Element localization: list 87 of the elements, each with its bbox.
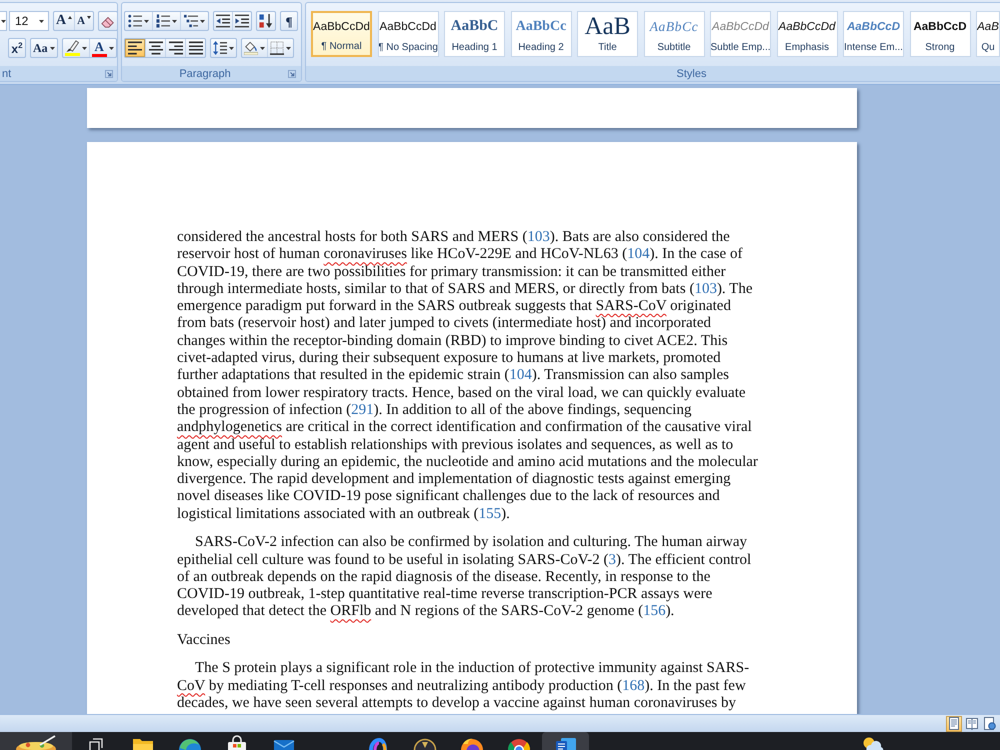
- numbered-list-icon: [156, 14, 170, 28]
- line-spacing-button[interactable]: [210, 38, 237, 58]
- borders-button[interactable]: [267, 39, 293, 57]
- caret-icon: [50, 46, 55, 50]
- caret-icon: [260, 46, 265, 50]
- show-marks-button[interactable]: ¶: [280, 11, 298, 31]
- font-name-field[interactable]: [0, 11, 7, 31]
- dialog-launcher-icon[interactable]: [288, 70, 296, 78]
- taskbar-button[interactable]: [0, 732, 72, 750]
- highlighter-icon: [64, 40, 80, 52]
- caret-icon: [82, 46, 87, 50]
- paint-bucket-icon: [244, 41, 258, 55]
- superscript-button[interactable]: x$^{2}$: [8, 38, 26, 58]
- caret-icon: [144, 20, 149, 22]
- citation-link[interactable]: 104: [509, 367, 532, 384]
- style-gallery-item[interactable]: AaB Title: [577, 11, 638, 57]
- sort-button[interactable]: [256, 11, 276, 31]
- page-icon: [948, 717, 960, 730]
- citation-link[interactable]: 103: [694, 280, 717, 297]
- citation-link[interactable]: 3: [608, 552, 616, 568]
- style-gallery-item[interactable]: AaBbCc Subtitle: [644, 11, 704, 57]
- style-gallery-item[interactable]: AaBbCcDd ¶ No Spacing: [378, 11, 438, 57]
- dialog-launcher-icon[interactable]: [105, 70, 113, 78]
- citation-link[interactable]: 156: [643, 603, 666, 620]
- highlight-button[interactable]: [62, 39, 89, 57]
- increase-indent-button[interactable]: [232, 12, 251, 30]
- style-gallery-item[interactable]: AaBbC Heading 1: [444, 11, 505, 57]
- grow-font-button[interactable]: A: [54, 12, 74, 30]
- style-gallery-item[interactable]: AaBbCcD Intense Em...: [843, 11, 904, 57]
- change-case-button[interactable]: Aa: [30, 38, 58, 58]
- align-right-icon: [168, 41, 182, 55]
- justify-icon: [188, 41, 202, 55]
- multilevel-list-button[interactable]: [180, 12, 208, 30]
- paragraph: SARS-CoV-2 infection can also be confirmed by isolation and culturing. The human airway epithelial cell culture was found to be useful in isolating SARS-CoV-2 (3). The efficient control of an outbreak depends on the rapid diagnosis of the disease. Recently, in response to the COVID-19 outbreak, 1-step quantitative real-time reverse transcription-PCR assays were developed that detect the ORFlb and N regions of the SARS-CoV-2 genome (156).: [177, 534, 752, 621]
- align-left-icon: [128, 41, 142, 55]
- citation-link[interactable]: 168: [622, 678, 645, 694]
- caret-down-icon: [87, 16, 92, 19]
- paragraph: Vaccines: [177, 632, 230, 650]
- decrease-indent-icon: [216, 14, 230, 28]
- bulleted-list-icon: [128, 14, 142, 28]
- web-layout-button[interactable]: [982, 716, 998, 732]
- citation-link[interactable]: 291: [351, 402, 374, 418]
- borders-icon: [270, 41, 284, 55]
- taskbar-button[interactable]: [542, 732, 589, 750]
- shrink-font-button[interactable]: A: [74, 12, 94, 30]
- style-gallery-item[interactable]: AaBbCcDd Subtle Emp...: [710, 11, 771, 57]
- group-label: nt: [2, 68, 12, 80]
- paragraph: The S protein plays a significant role in the induction of protective immunity against SARS- CoV by mediating T-cell responses and neutralizing antibody production (168). In the past few decades, we have seen several attempts to develop a vaccine against human coronaviruses by: [177, 660, 750, 712]
- style-gallery-item[interactable]: AaBbCcDd Emphasis: [776, 11, 838, 57]
- citation-link[interactable]: 104: [627, 246, 650, 262]
- multilevel-list-icon: [184, 14, 198, 28]
- align-right-button[interactable]: [165, 39, 185, 57]
- line-spacing-icon: [213, 41, 227, 55]
- align-left-button[interactable]: [125, 39, 145, 57]
- eraser-icon: [101, 14, 116, 28]
- decrease-indent-button[interactable]: [214, 12, 232, 30]
- web-page-icon: [984, 717, 996, 730]
- caret-icon: [0, 20, 6, 22]
- numbering-button[interactable]: [152, 12, 180, 30]
- style-gallery-item[interactable]: AaBbCc Heading 2: [510, 11, 572, 57]
- group-label: Styles: [676, 68, 706, 80]
- group-label: Paragraph: [178, 68, 232, 80]
- caret-icon: [39, 20, 44, 22]
- increase-indent-icon: [235, 14, 249, 28]
- justify-button[interactable]: [185, 39, 205, 57]
- caret-icon: [286, 46, 291, 50]
- print-layout-button[interactable]: [946, 716, 962, 732]
- style-gallery-item[interactable]: AaBbCcDd ¶ Normal: [311, 11, 372, 57]
- open-book-icon: [966, 717, 978, 730]
- align-center-button[interactable]: [145, 39, 165, 57]
- shading-button[interactable]: [242, 39, 267, 57]
- reading-view-button[interactable]: [964, 716, 980, 732]
- caret-icon: [229, 46, 234, 50]
- caret-icon: [172, 20, 177, 22]
- sort-icon: [259, 14, 273, 28]
- font-color-button[interactable]: A: [88, 39, 116, 57]
- style-gallery-item[interactable]: AaBbCcD Strong: [910, 11, 970, 57]
- font-size-field[interactable]: 12: [9, 11, 49, 31]
- caret-up-icon: [68, 16, 72, 19]
- citation-link[interactable]: 103: [527, 229, 550, 245]
- align-center-icon: [148, 41, 162, 55]
- bowl-icon[interactable]: [14, 734, 58, 750]
- citation-link[interactable]: 155: [478, 506, 502, 522]
- clear-formatting-button[interactable]: [98, 11, 117, 31]
- caret-icon: [200, 20, 205, 22]
- caret-icon: [108, 46, 114, 50]
- paragraph: considered the ancestral hosts for both SARS and MERS (103). Bats are also considered the reservoir host of human coronaviruses like HCoV-229E and HCoV-NL63 (104). In the case of COVID-19, there are two possibilities for primary transmission: it can be transmitted either through intermediate hosts, similar to that of SARS and MERS, or directly from bats (103). The emergence paradigm put forward in the SARS outbreak suggests that SARS-CoV originated from bats (reservoir host) and later jumped to civets (intermediate host) and incorporated changes within the receptor-binding domain (RBD) to improve binding to civet ACE2. This civet-adapted virus, during their subsequent exposure to humans at live markets, promoted further adaptations that resulted in the epidemic strain (104). Transmission can also samples obtained from lower respiratory tracts. Hence, based on the viral load, we can quickly evaluate the progression of infection (291). In addition to all of the above findings, sequencing andphylogenetics are critical in the correct identification and confirmation of the causative viral agent and useful to establish relationships with previous isolates and sequences, as well as to know, especially during an epidemic, the nucleotide and amino acid mutations and the molecular divergence. The rapid development and implementation of diagnostic tests against emerging novel diseases like COVID-19 pose significant challenges due to the lack of resources and logistical limitations associated with an outbreak (155).: [177, 229, 758, 524]
